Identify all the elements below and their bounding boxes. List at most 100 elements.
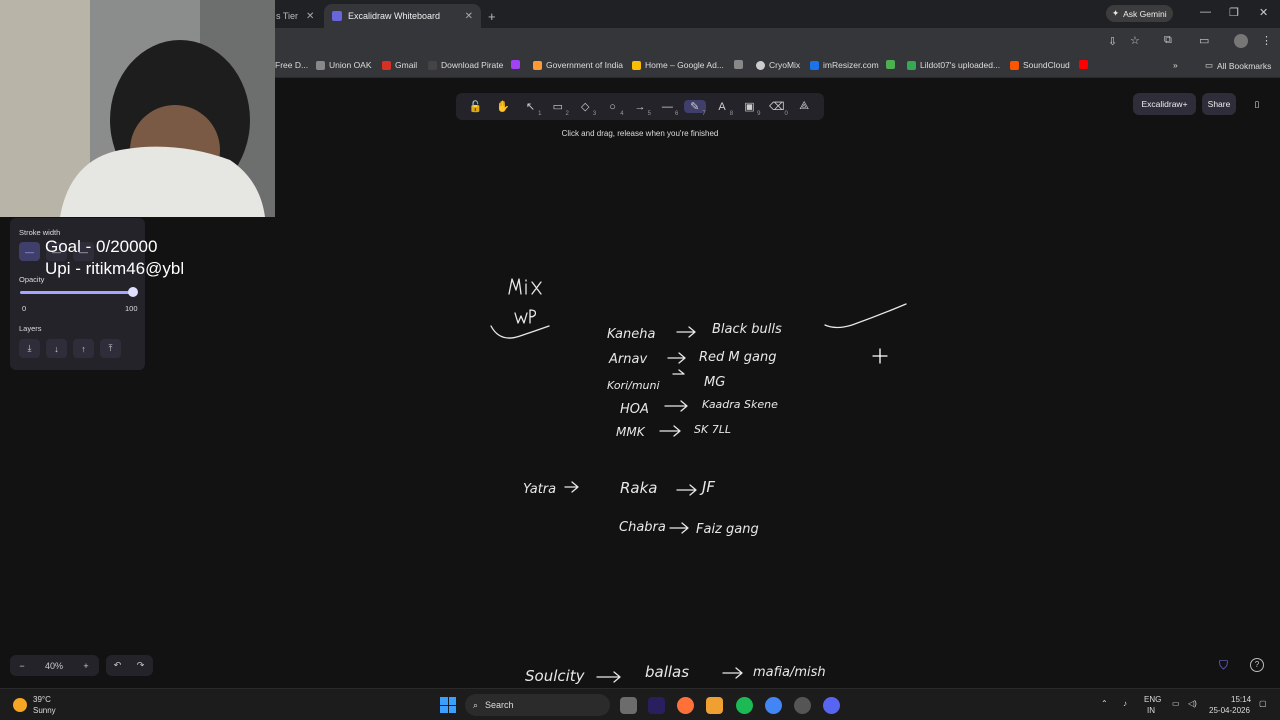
- tool-shortcut-key: 0: [784, 111, 788, 117]
- svg-text:Yatra: Yatra: [523, 482, 556, 497]
- premiere-icon[interactable]: [648, 697, 665, 714]
- notification-icon[interactable]: ▢: [1259, 699, 1267, 708]
- app-icon[interactable]: [794, 697, 811, 714]
- tool-shortcut-key: 7: [702, 111, 706, 117]
- shield-icon[interactable]: ⛉: [1219, 658, 1228, 673]
- crosshair-cursor: [872, 348, 888, 364]
- rectangle-icon[interactable]: ▭ 2: [547, 100, 569, 117]
- svg-text:ballas: ballas: [645, 663, 689, 681]
- windows-start-icon[interactable]: [440, 697, 456, 713]
- send-backward-icon[interactable]: ↓: [46, 339, 67, 358]
- language-bottom[interactable]: IN: [1147, 706, 1155, 715]
- webcam-overlay: [0, 0, 275, 217]
- task-view-icon[interactable]: [620, 697, 637, 714]
- chrome-icon[interactable]: [765, 697, 782, 714]
- svg-text:Black bulls: Black bulls: [712, 322, 782, 337]
- tool-glyph: ▭: [552, 101, 564, 113]
- text-icon[interactable]: A8: [711, 101, 733, 117]
- redo-icon[interactable]: ↷: [129, 660, 152, 671]
- file-explorer-icon[interactable]: [706, 697, 723, 714]
- language-top[interactable]: ENG: [1144, 695, 1161, 704]
- undo-redo-controls: ↶ ↷: [106, 655, 153, 676]
- underline-curve: [490, 325, 550, 339]
- firefox-icon[interactable]: [677, 697, 694, 714]
- search-icon: ⌕: [473, 699, 479, 710]
- image-icon[interactable]: ▣ 9: [738, 100, 760, 117]
- tool-toolbar: 🔓 ✋ ↖ 1 ▭ 2 ◇ 3 ○ 4 → 5—6 ✎ 7 A 8 ▣ 9 ⌫ 0 ⟁: [456, 93, 824, 120]
- clock-time[interactable]: 15:14: [1231, 695, 1251, 704]
- tool-glyph: ✎: [690, 101, 700, 113]
- network-icon[interactable]: ▭: [1172, 699, 1180, 708]
- undo-icon[interactable]: ↶: [106, 660, 129, 671]
- tool-glyph: ↖: [525, 101, 536, 113]
- svg-text:Kori/muni: Kori/muni: [607, 379, 660, 392]
- taskbar-search[interactable]: ⌕ Search: [465, 694, 610, 716]
- zoom-in-button[interactable]: +: [74, 661, 98, 671]
- layers-label: Layers: [19, 324, 42, 333]
- svg-text:MMK: MMK: [616, 425, 646, 439]
- svg-text:mafia/mish: mafia/mish: [753, 665, 826, 680]
- stream-overlay-text: Goal - 0/20000 Upi - ritikm46@ybl: [45, 236, 184, 280]
- library-icon[interactable]: ▯: [1246, 93, 1268, 115]
- sun-icon: [13, 698, 27, 712]
- tool-glyph: ◇: [580, 101, 590, 113]
- bring-forward-icon[interactable]: ↑: [73, 339, 94, 358]
- ellipse-icon[interactable]: ○ 4: [602, 101, 623, 117]
- pointer-icon[interactable]: ↖ 1: [519, 100, 542, 117]
- tool-glyph: ⟁: [799, 100, 810, 112]
- svg-text:HOA: HOA: [620, 402, 649, 417]
- spotify-icon[interactable]: [736, 697, 753, 714]
- weather-temp[interactable]: 39°C: [33, 695, 51, 704]
- tool-glyph: ⌫: [769, 101, 785, 113]
- weather-desc[interactable]: Sunny: [33, 706, 56, 715]
- arrow-icon[interactable]: → 5: [629, 100, 651, 117]
- zoom-out-button[interactable]: −: [10, 661, 34, 671]
- line-icon[interactable]: —6: [656, 100, 679, 117]
- upi-text: Upi - ritikm46@ybl: [45, 259, 185, 278]
- tray-chevron-icon[interactable]: ⌃: [1101, 699, 1108, 708]
- svg-text:Faiz gang: Faiz gang: [696, 522, 759, 537]
- opacity-slider-thumb[interactable]: [128, 287, 138, 297]
- microphone-icon[interactable]: ♪: [1123, 699, 1127, 708]
- excalidraw-plus-button[interactable]: Excalidraw+: [1133, 93, 1196, 115]
- search-label: Search: [485, 700, 514, 710]
- share-button[interactable]: Share: [1202, 93, 1236, 115]
- freehand-curve: [824, 303, 907, 329]
- zoom-level[interactable]: 40%: [34, 661, 74, 671]
- shapes-icon[interactable]: ⟁: [793, 100, 815, 113]
- goal-text: Goal - 0/20000: [45, 237, 158, 256]
- opacity-label: Opacity: [19, 275, 45, 284]
- bring-to-front-icon[interactable]: ⤒: [100, 339, 121, 358]
- handwritten-mix: [508, 278, 542, 295]
- tool-glyph: ✋: [496, 101, 510, 113]
- tool-glyph: →: [634, 100, 646, 113]
- lock-icon[interactable]: 🔓: [465, 100, 487, 113]
- discord-icon[interactable]: [823, 697, 840, 714]
- tool-shortcut-key: 8: [729, 110, 734, 117]
- tool-glyph: —: [661, 100, 673, 113]
- tool-shortcut-key: 2: [565, 111, 569, 117]
- help-icon[interactable]: ?: [1250, 658, 1264, 672]
- volume-icon[interactable]: ◁): [1188, 699, 1197, 708]
- handwritten-wp: [514, 309, 537, 324]
- webcam-image: [0, 0, 275, 217]
- eraser-icon[interactable]: ⌫ 0: [766, 100, 788, 117]
- svg-text:Kaneha: Kaneha: [607, 327, 656, 342]
- tool-shortcut-key: 1: [538, 111, 542, 117]
- send-to-back-icon[interactable]: ⤓: [19, 339, 40, 358]
- diamond-icon[interactable]: ◇ 3: [574, 100, 596, 117]
- opacity-min-label: 0: [22, 304, 27, 313]
- pencil-icon[interactable]: ✎ 7: [683, 100, 706, 117]
- clock-date[interactable]: 25-04-2026: [1209, 706, 1250, 715]
- svg-text:Soulcity: Soulcity: [525, 667, 586, 685]
- tool-shortcut-key: 3: [592, 111, 597, 117]
- hand-icon[interactable]: ✋: [492, 100, 514, 113]
- svg-text:Chabra: Chabra: [619, 520, 666, 535]
- zoom-controls: − 40% +: [10, 655, 99, 676]
- windows-taskbar: 39°C Sunny ⌕ Search ⌃ ♪ ENG IN ▭ ◁) 15:1…: [0, 688, 1280, 720]
- stroke-thin-button[interactable]: —: [19, 242, 40, 261]
- tool-glyph: 🔓: [468, 101, 483, 113]
- svg-text:Arnav: Arnav: [608, 352, 647, 367]
- opacity-slider[interactable]: [20, 291, 137, 294]
- svg-text:Red M gang: Red M gang: [699, 350, 776, 365]
